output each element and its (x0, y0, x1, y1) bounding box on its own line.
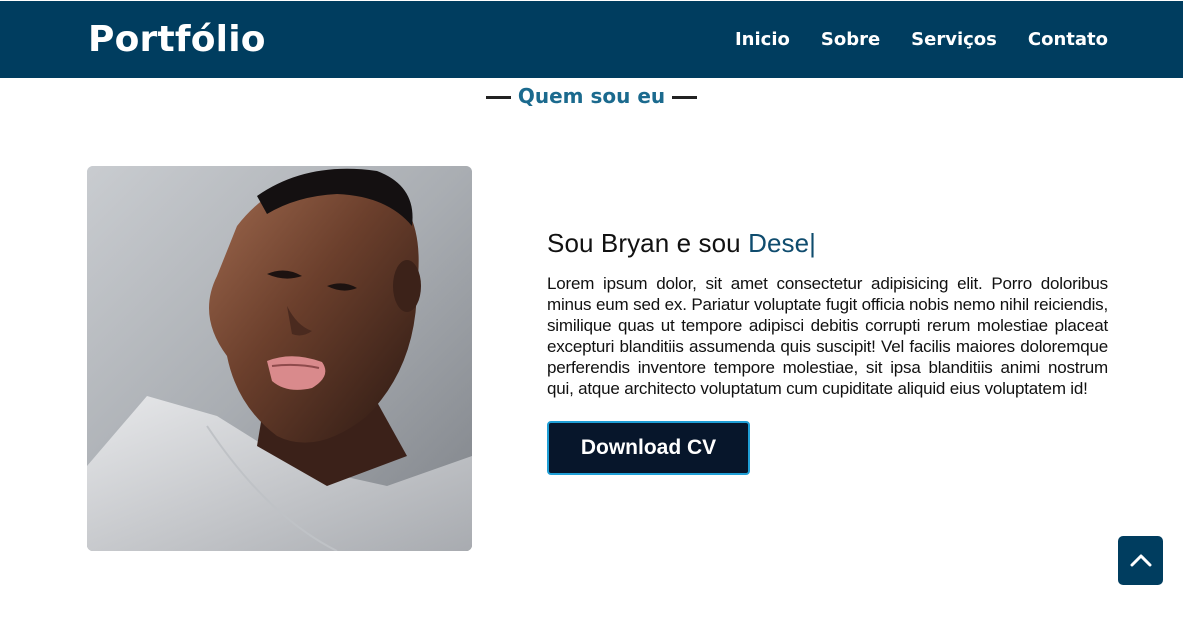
top-navbar: Portfólio Inicio Sobre Serviços Contato (0, 1, 1183, 78)
heading-prefix: Sou Bryan e sou (547, 228, 749, 258)
chevron-up-icon (1130, 554, 1151, 566)
nav-link-servicos[interactable]: Serviços (911, 29, 997, 50)
typed-role: Dese (748, 228, 810, 258)
nav-link-sobre[interactable]: Sobre (821, 29, 880, 50)
section-title-text: Quem sou eu (517, 84, 666, 108)
brand-logo[interactable]: Portfólio (88, 19, 266, 60)
about-paragraph: Lorem ipsum dolor, sit amet consectetur … (547, 274, 1108, 398)
about-content: Sou Bryan e sou Dese| Lorem ipsum dolor,… (547, 228, 1108, 475)
title-dash-left (485, 96, 511, 99)
title-dash-right (672, 96, 698, 99)
nav-link-inicio[interactable]: Inicio (735, 29, 790, 50)
back-to-top-button[interactable] (1118, 536, 1163, 585)
profile-photo-image (87, 166, 472, 551)
nav-link-contato[interactable]: Contato (1028, 29, 1108, 50)
typing-cursor: | (809, 228, 817, 258)
main-nav: Inicio Sobre Serviços Contato (735, 29, 1108, 50)
section-heading: Quem sou eu (0, 84, 1183, 108)
profile-photo (87, 166, 472, 551)
about-heading: Sou Bryan e sou Dese| (547, 228, 1108, 259)
download-cv-button[interactable]: Download CV (547, 421, 750, 475)
